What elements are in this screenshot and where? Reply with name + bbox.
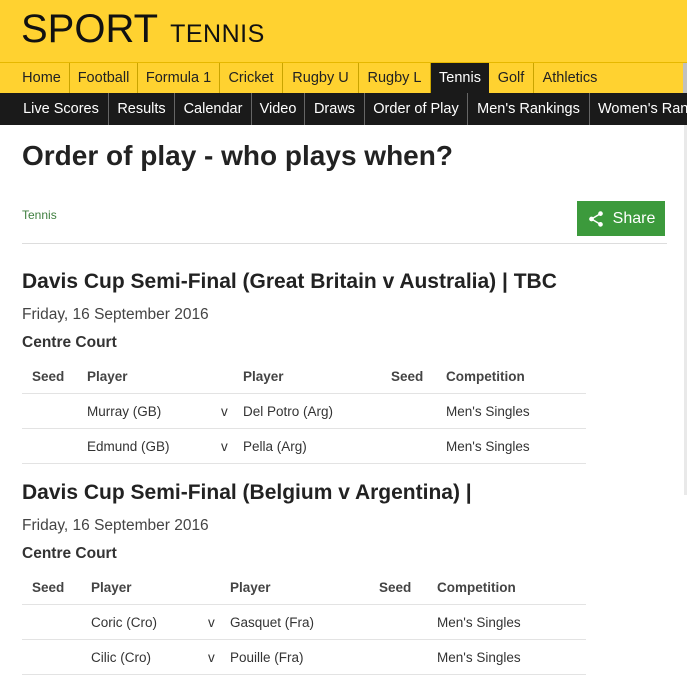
page-title: Order of play - who plays when? <box>22 140 453 171</box>
breadcrumb-tennis[interactable]: Tennis <box>22 208 57 222</box>
share-label: Share <box>612 209 656 227</box>
subnav-live-scores[interactable]: Live Scores <box>14 93 109 125</box>
col-header-competition: Competition <box>437 580 516 595</box>
section-title: Davis Cup Semi-Final (Belgium v Argentin… <box>22 481 472 504</box>
row-divider <box>22 639 586 640</box>
section-title: Davis Cup Semi-Final (Great Britain v Au… <box>22 270 557 293</box>
subnav-womens-rankings[interactable]: Women's Ran <box>590 93 687 125</box>
subnav-calendar[interactable]: Calendar <box>175 93 252 125</box>
player-cell[interactable]: Edmund (GB) <box>87 439 170 454</box>
player-cell[interactable]: Gasquet (Fra) <box>230 615 314 630</box>
section-date: Friday, 16 September 2016 <box>22 306 209 323</box>
col-header-competition: Competition <box>446 369 525 384</box>
subnav-draws[interactable]: Draws <box>305 93 365 125</box>
versus-label: v <box>208 650 215 665</box>
share-icon <box>588 210 603 227</box>
player-cell[interactable]: Pella (Arg) <box>243 439 307 454</box>
nav-item-rugby-league[interactable]: Rugby L <box>359 63 431 93</box>
court-name: Centre Court <box>22 334 117 351</box>
player-cell[interactable]: Del Potro (Arg) <box>243 404 333 419</box>
subnav-order-of-play[interactable]: Order of Play <box>365 93 468 125</box>
row-divider <box>22 674 586 675</box>
nav-item-formula-1[interactable]: Formula 1 <box>138 63 220 93</box>
competition-cell: Men's Singles <box>446 439 530 454</box>
player-cell[interactable]: Murray (GB) <box>87 404 161 419</box>
versus-label: v <box>208 615 215 630</box>
col-header-player: Player <box>230 580 271 595</box>
sport-logo[interactable]: SPORT TENNIS <box>21 7 265 52</box>
nav-item-rugby-union[interactable]: Rugby U <box>283 63 359 93</box>
player-cell[interactable]: Cilic (Cro) <box>91 650 151 665</box>
nav-item-home[interactable]: Home <box>14 63 70 93</box>
share-button[interactable]: Share <box>577 201 665 236</box>
nav-item-golf[interactable]: Golf <box>489 63 534 93</box>
nav-item-cricket[interactable]: Cricket <box>220 63 283 93</box>
secondary-nav: Live Scores Results Calendar Video Draws… <box>0 93 687 125</box>
row-divider <box>22 393 586 394</box>
col-header-player: Player <box>243 369 284 384</box>
primary-nav: Home Football Formula 1 Cricket Rugby U … <box>0 62 687 93</box>
header-divider <box>22 243 667 244</box>
player-cell[interactable]: Pouille (Fra) <box>230 650 304 665</box>
col-header-seed: Seed <box>32 580 65 595</box>
col-header-seed: Seed <box>379 580 412 595</box>
col-header-seed: Seed <box>32 369 65 384</box>
nav-item-tennis[interactable]: Tennis <box>431 63 489 93</box>
row-divider <box>22 604 586 605</box>
player-cell[interactable]: Coric (Cro) <box>91 615 157 630</box>
competition-cell: Men's Singles <box>437 650 521 665</box>
nav-item-athletics[interactable]: Athletics <box>534 63 606 93</box>
col-header-player: Player <box>91 580 132 595</box>
col-header-seed: Seed <box>391 369 424 384</box>
court-name: Centre Court <box>22 545 117 562</box>
row-divider <box>22 428 586 429</box>
competition-cell: Men's Singles <box>437 615 521 630</box>
subnav-results[interactable]: Results <box>109 93 175 125</box>
order-of-play-table: Seed Player Player Seed Competition Cori… <box>22 569 586 675</box>
subnav-video[interactable]: Video <box>252 93 305 125</box>
col-header-player: Player <box>87 369 128 384</box>
order-of-play-table: Seed Player Player Seed Competition Murr… <box>22 358 586 464</box>
nav-scrollbar[interactable] <box>683 63 687 93</box>
brand-sport: SPORT <box>21 7 159 51</box>
nav-item-football[interactable]: Football <box>70 63 138 93</box>
versus-label: v <box>221 404 228 419</box>
versus-label: v <box>221 439 228 454</box>
competition-cell: Men's Singles <box>446 404 530 419</box>
row-divider <box>22 463 586 464</box>
masthead: SPORT TENNIS <box>0 0 687 62</box>
subnav-mens-rankings[interactable]: Men's Rankings <box>468 93 590 125</box>
section-date: Friday, 16 September 2016 <box>22 517 209 534</box>
brand-section: TENNIS <box>170 20 265 48</box>
